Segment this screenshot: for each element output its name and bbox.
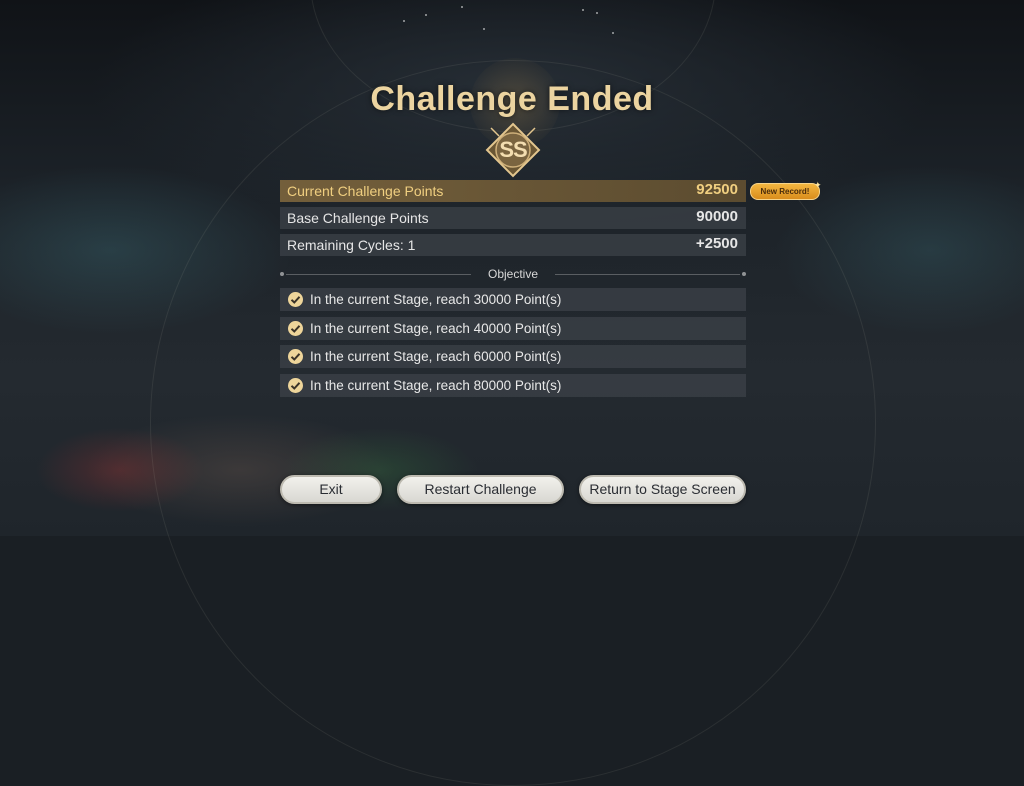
objective-text: In the current Stage, reach 40000 Point(…	[310, 321, 562, 336]
new-record-badge: New Record!	[750, 183, 820, 200]
star	[425, 14, 427, 16]
divider-dot	[742, 272, 746, 276]
star	[483, 28, 485, 30]
score-value: +2500	[695, 235, 738, 252]
objective-divider: Objective	[280, 267, 746, 281]
return-to-stage-screen-button[interactable]: Return to Stage Screen	[579, 475, 746, 504]
score-label: Base Challenge Points	[287, 210, 429, 226]
score-label: Current Challenge Points	[287, 183, 444, 199]
sparkle-icon: ✦	[814, 180, 822, 190]
rank-emblem-icon: SS	[485, 122, 541, 178]
score-row-remaining-cycles: Remaining Cycles: 1 +2500	[280, 234, 746, 256]
objective-text: In the current Stage, reach 30000 Point(…	[310, 292, 562, 307]
star	[582, 9, 584, 11]
objective-item: In the current Stage, reach 60000 Point(…	[280, 345, 746, 368]
objective-item: In the current Stage, reach 30000 Point(…	[280, 288, 746, 311]
check-circle-icon	[288, 321, 303, 336]
star	[596, 12, 598, 14]
restart-challenge-button[interactable]: Restart Challenge	[397, 475, 564, 504]
objective-item: In the current Stage, reach 40000 Point(…	[280, 317, 746, 340]
score-value: 92500	[696, 181, 738, 198]
score-value: 90000	[696, 208, 738, 225]
exit-button[interactable]: Exit	[280, 475, 382, 504]
score-row-base: Base Challenge Points 90000	[280, 207, 746, 229]
check-circle-icon	[288, 292, 303, 307]
score-label: Remaining Cycles: 1	[287, 237, 416, 253]
score-row-current: Current Challenge Points 92500	[280, 180, 746, 202]
objective-text: In the current Stage, reach 60000 Point(…	[310, 349, 562, 364]
check-circle-icon	[288, 349, 303, 364]
objective-item: In the current Stage, reach 80000 Point(…	[280, 374, 746, 397]
page-title: Challenge Ended	[370, 80, 654, 118]
rank-label: SS	[499, 137, 527, 162]
star	[612, 32, 614, 34]
star	[461, 6, 463, 8]
star	[403, 20, 405, 22]
check-circle-icon	[288, 378, 303, 393]
objective-text: In the current Stage, reach 80000 Point(…	[310, 378, 562, 393]
divider-line	[555, 274, 740, 275]
